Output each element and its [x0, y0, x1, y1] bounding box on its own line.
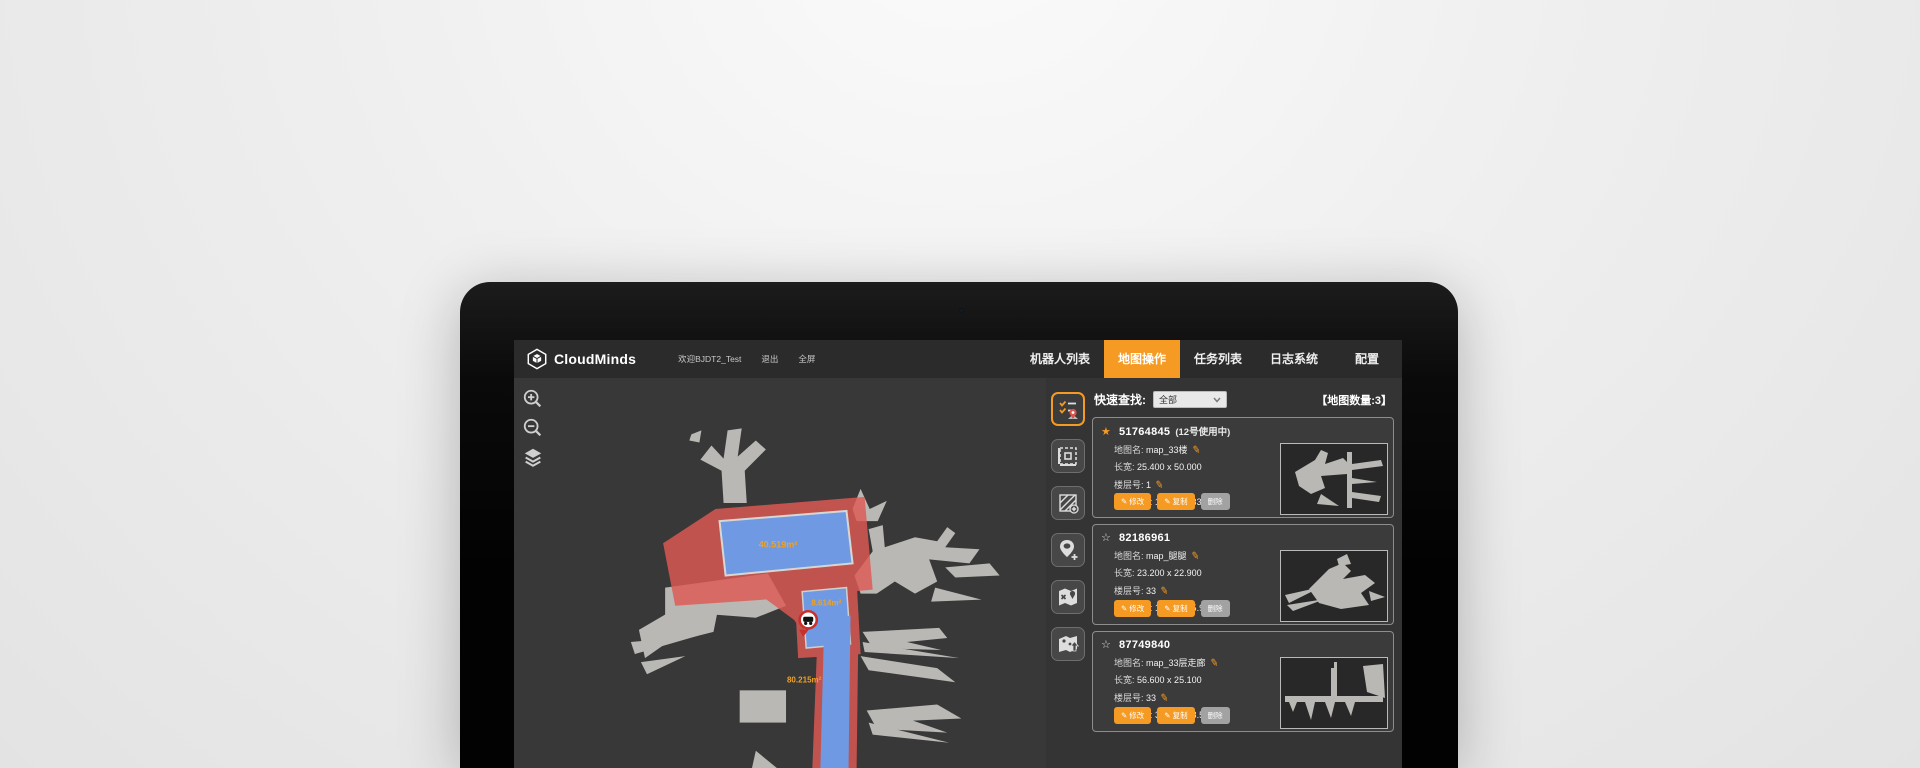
tab-task-list[interactable]: 任务列表: [1180, 340, 1256, 378]
measure-area-button[interactable]: [1051, 439, 1085, 473]
edit-icon[interactable]: ✎: [1209, 657, 1219, 669]
area-label-3: 80.215m²: [787, 675, 822, 684]
star-icon[interactable]: ☆: [1101, 531, 1114, 544]
map-card: ☆ 87749840 地图名: map_33层走廊✎ 长宽: 56.600 x …: [1092, 631, 1394, 732]
modify-button[interactable]: ✎修改: [1114, 493, 1151, 510]
brand: CloudMinds: [514, 348, 636, 370]
map-thumbnail[interactable]: [1280, 550, 1388, 622]
star-icon[interactable]: ☆: [1101, 638, 1114, 651]
map-count-text: 【地图数量:3】: [1316, 392, 1392, 408]
occupancy-map: 40.519m² 8.614m² 80.215m²: [514, 378, 1046, 768]
delete-button[interactable]: 删除: [1201, 493, 1230, 510]
copy-button[interactable]: ✎复制: [1157, 707, 1194, 724]
star-icon[interactable]: ★: [1101, 425, 1114, 438]
cloudminds-logo-icon: [526, 348, 548, 370]
zoom-in-button[interactable]: [522, 388, 544, 410]
filter-selected-value: 全部: [1159, 393, 1177, 406]
modify-button[interactable]: ✎修改: [1114, 600, 1151, 617]
map-marker-button[interactable]: [1051, 580, 1085, 614]
map-id: 51764845: [1119, 426, 1170, 438]
webcam-dot: [959, 308, 964, 313]
copy-button[interactable]: ✎复制: [1157, 493, 1194, 510]
map-card: ★ 51764845 (12号使用中) 地图名: map_33楼✎ 长宽: 25…: [1092, 417, 1394, 518]
tab-robot-list[interactable]: 机器人列表: [1016, 340, 1104, 378]
layers-button[interactable]: [522, 446, 544, 468]
map-canvas[interactable]: 40.519m² 8.614m² 80.215m²: [514, 378, 1046, 768]
edit-icon[interactable]: ✎: [1190, 550, 1200, 562]
tab-config[interactable]: 配置: [1332, 340, 1402, 378]
map-usage-badge: (12号使用中): [1175, 424, 1230, 438]
delete-button[interactable]: 删除: [1201, 707, 1230, 724]
tab-map-operations[interactable]: 地图操作: [1104, 340, 1180, 378]
map-id: 87749840: [1119, 639, 1170, 651]
tab-log-system[interactable]: 日志系统: [1256, 340, 1332, 378]
modify-button[interactable]: ✎修改: [1114, 707, 1151, 724]
map-filter-select[interactable]: 全部: [1153, 391, 1227, 408]
app-screen: CloudMinds 欢迎BJDT2_Test 退出 全屏 机器人列表 地图操作…: [514, 340, 1402, 768]
map-id: 82186961: [1119, 532, 1170, 544]
map-thumbnail[interactable]: [1280, 443, 1388, 515]
edit-icon[interactable]: ✎: [1159, 585, 1169, 597]
map-toolbar: [1046, 378, 1090, 768]
area-label-1: 40.519m²: [759, 539, 798, 549]
edit-icon[interactable]: ✎: [1191, 444, 1201, 456]
add-poi-button[interactable]: [1051, 533, 1085, 567]
add-virtual-wall-button[interactable]: [1051, 486, 1085, 520]
area-label-2: 8.614m²: [811, 599, 841, 608]
laptop-frame: CloudMinds 欢迎BJDT2_Test 退出 全屏 机器人列表 地图操作…: [460, 282, 1458, 768]
map-thumbnail[interactable]: [1280, 657, 1388, 729]
poi-task-list-button[interactable]: [1051, 392, 1085, 426]
upload-map-button[interactable]: [1051, 627, 1085, 661]
map-list-panel: 快速查找: 全部 【地图数量:3】 ★ 51764845 (12号使用中): [1090, 378, 1402, 768]
copy-button[interactable]: ✎复制: [1157, 600, 1194, 617]
edit-icon[interactable]: ✎: [1154, 479, 1164, 491]
delete-button[interactable]: 删除: [1201, 600, 1230, 617]
brand-name: CloudMinds: [554, 351, 636, 367]
main-nav: 机器人列表 地图操作 任务列表 日志系统 配置: [1016, 340, 1402, 378]
edit-icon[interactable]: ✎: [1159, 692, 1169, 704]
app-header: CloudMinds 欢迎BJDT2_Test 退出 全屏 机器人列表 地图操作…: [514, 340, 1402, 378]
quick-search-label: 快速查找:: [1094, 391, 1146, 408]
map-card: ☆ 82186961 地图名: map_腿腿✎ 长宽: 23.200 x 22.…: [1092, 524, 1394, 625]
chevron-down-icon: [1213, 397, 1221, 403]
fullscreen-link[interactable]: 全屏: [798, 353, 815, 365]
zoom-out-button[interactable]: [522, 417, 544, 439]
logout-link[interactable]: 退出: [761, 353, 778, 365]
welcome-text: 欢迎BJDT2_Test: [678, 353, 741, 365]
